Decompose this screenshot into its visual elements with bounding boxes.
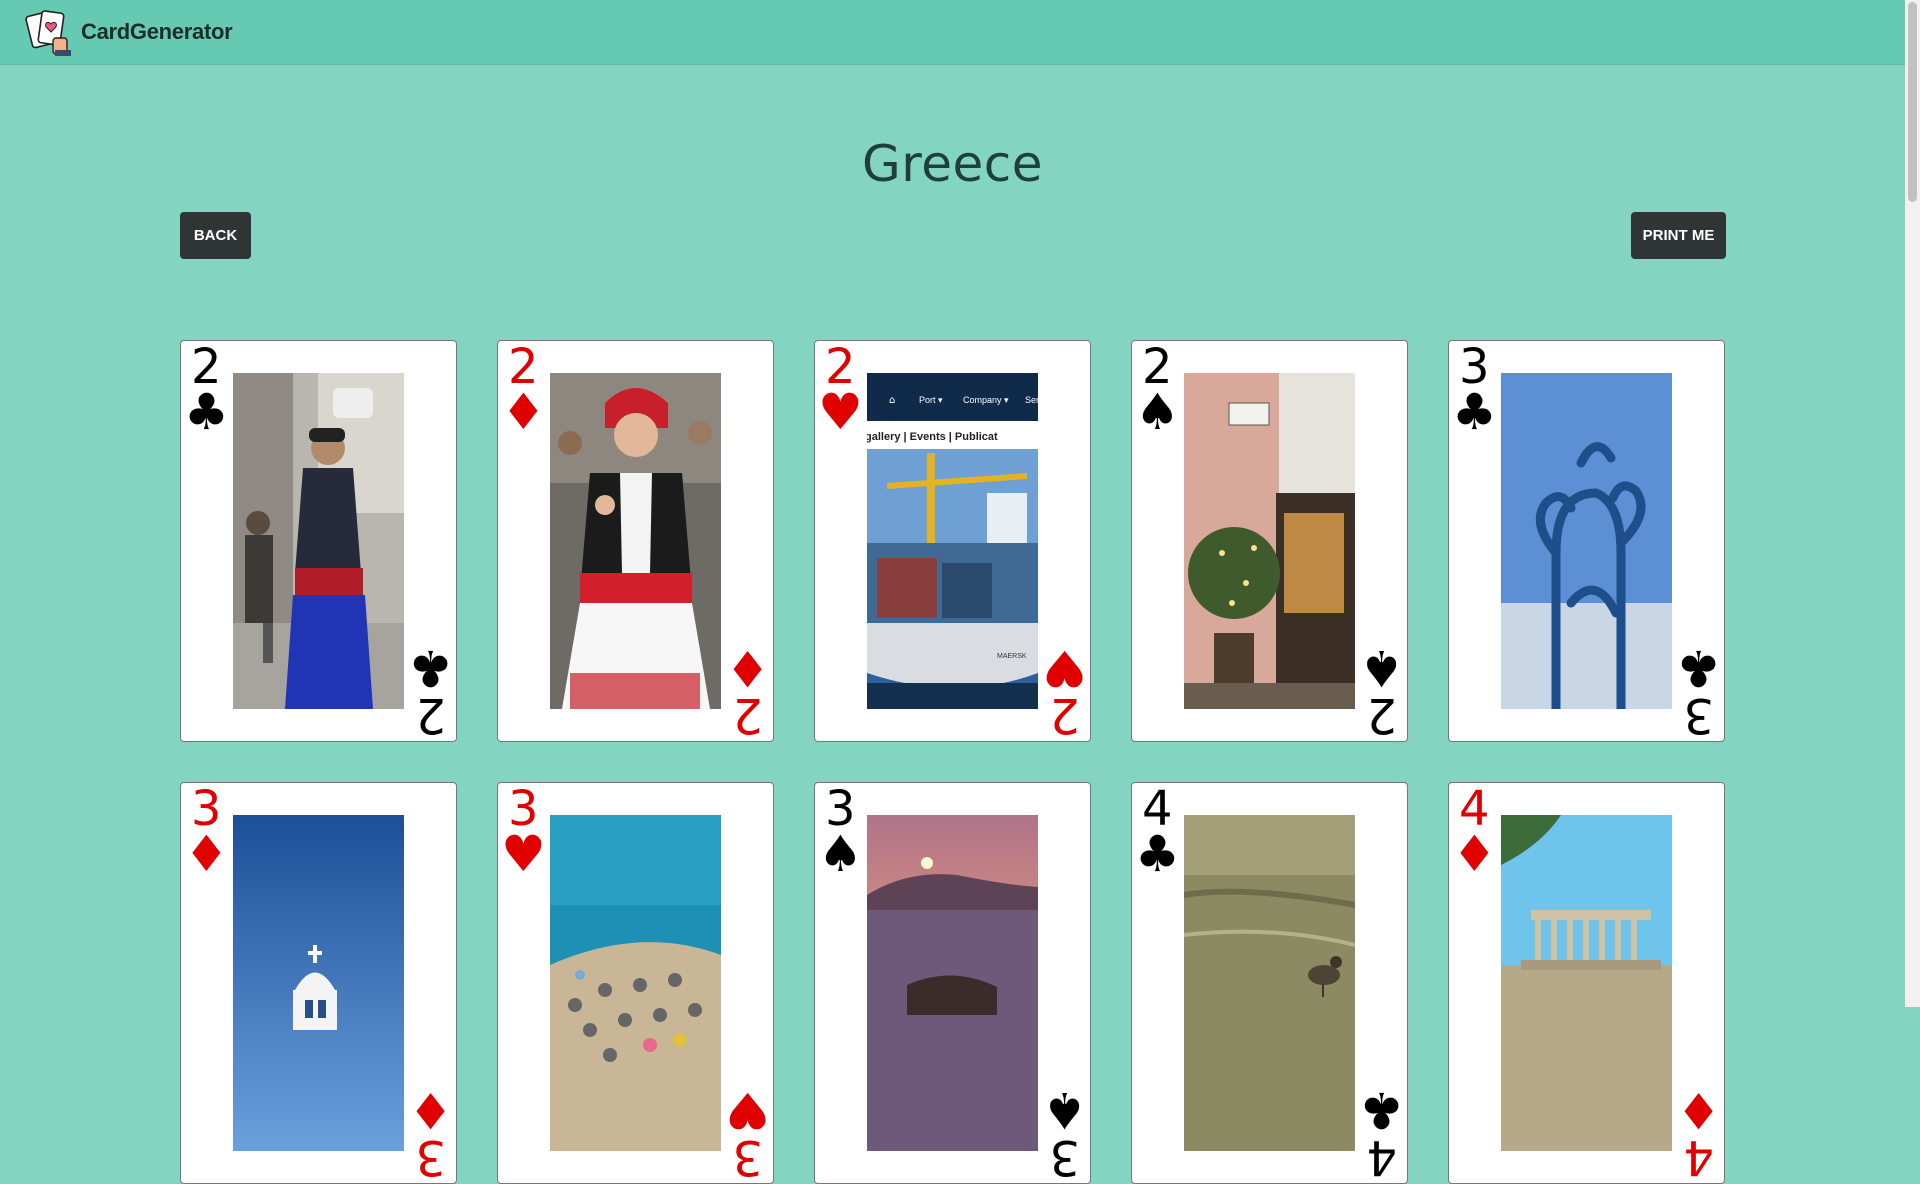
hearts-suit-icon: ♥: [1042, 639, 1087, 697]
card-photo: [550, 373, 721, 709]
spades-suit-icon: ♠: [1135, 383, 1180, 441]
hearts-suit-icon: ♥: [818, 383, 863, 441]
card-photo: [1184, 373, 1355, 709]
diamonds-suit-icon: ♦: [184, 825, 229, 883]
card-rank-inverted: 3: [415, 1129, 446, 1184]
card-photo: [1501, 373, 1672, 709]
playing-card[interactable]: 2 ♥ ⌂ Port ▾ Company ▾ Ser gallery | Eve…: [814, 340, 1091, 742]
spades-suit-icon: ♠: [818, 825, 863, 883]
clubs-suit-icon: ♣: [184, 383, 229, 441]
playing-card[interactable]: 4 ♣ 4 ♣: [1131, 782, 1408, 1184]
card-photo: [1501, 815, 1672, 1151]
card-corner-bottom: 3 ♥: [720, 1081, 770, 1184]
card-photo: [550, 815, 721, 1151]
card-photo: [233, 815, 404, 1151]
card-rank-inverted: 4: [1683, 1129, 1714, 1184]
clubs-suit-icon: ♣: [1135, 825, 1180, 883]
card-rank-inverted: 3: [1049, 1129, 1080, 1184]
card-rank-inverted: 4: [1366, 1129, 1397, 1184]
playing-card[interactable]: 3 ♣ 3 ♣: [1448, 340, 1725, 742]
card-photo: [1184, 815, 1355, 1151]
page-title: Greece: [862, 135, 1043, 193]
card-rank-inverted: 2: [732, 687, 763, 742]
website-menu-services: Ser: [1025, 395, 1038, 405]
back-button[interactable]: BACK: [180, 212, 251, 259]
card-corner-bottom: 4 ♣: [1354, 1081, 1404, 1184]
print-button[interactable]: PRINT ME: [1631, 212, 1726, 259]
playing-card[interactable]: 3 ♦ 3 ♦: [180, 782, 457, 1184]
clubs-suit-icon: ♣: [1452, 383, 1497, 441]
playing-card[interactable]: 4 ♦ 4 ♦: [1448, 782, 1725, 1184]
card-rank-inverted: 2: [415, 687, 446, 742]
card-photo: ⌂ Port ▾ Company ▾ Ser gallery | Events …: [867, 373, 1038, 709]
card-rank-inverted: 2: [1366, 687, 1397, 742]
website-menu-port: Port ▾: [919, 395, 943, 405]
card-corner-bottom: 2 ♥: [1037, 639, 1087, 742]
diamonds-suit-icon: ♦: [1452, 825, 1497, 883]
website-menu-company: Company ▾: [963, 395, 1009, 405]
diamonds-suit-icon: ♦: [1676, 1081, 1721, 1139]
card-corner-bottom: 2 ♣: [403, 639, 453, 742]
diamonds-suit-icon: ♦: [408, 1081, 453, 1139]
card-rank-inverted: 3: [732, 1129, 763, 1184]
card-grid: 2 ♣ 2 ♣ 2 ♦ 2 ♦ 2 ♥ ⌂ Port ▾ Company ▾ S…: [180, 340, 1725, 1184]
website-subnav: gallery | Events | Publicat: [867, 431, 998, 443]
card-photo: [867, 815, 1038, 1151]
card-corner-bottom: 2 ♦: [720, 639, 770, 742]
playing-card[interactable]: 2 ♠ 2 ♠: [1131, 340, 1408, 742]
brand-link[interactable]: CardGenerator: [25, 8, 233, 56]
home-icon: ⌂: [889, 395, 895, 406]
clubs-suit-icon: ♣: [1676, 639, 1721, 697]
clubs-suit-icon: ♣: [1359, 1081, 1404, 1139]
card-corner-bottom: 3 ♣: [1671, 639, 1721, 742]
spades-suit-icon: ♠: [1042, 1081, 1087, 1139]
playing-card[interactable]: 2 ♦ 2 ♦: [497, 340, 774, 742]
playing-card[interactable]: 3 ♥ 3 ♥: [497, 782, 774, 1184]
playing-card[interactable]: 3 ♠ 3 ♠: [814, 782, 1091, 1184]
top-navbar: CardGenerator: [0, 0, 1905, 65]
page-scrollbar[interactable]: [1905, 0, 1920, 1007]
card-corner-bottom: 2 ♠: [1354, 639, 1404, 742]
card-rank-inverted: 3: [1683, 687, 1714, 742]
card-corner-bottom: 4 ♦: [1671, 1081, 1721, 1184]
ship-label: MAERSK: [997, 653, 1027, 660]
playing-cards-logo-icon: [25, 10, 71, 56]
diamonds-suit-icon: ♦: [501, 383, 546, 441]
spades-suit-icon: ♠: [1359, 639, 1404, 697]
hearts-suit-icon: ♥: [725, 1081, 770, 1139]
brand-name: CardGenerator: [81, 19, 233, 44]
playing-card[interactable]: 2 ♣ 2 ♣: [180, 340, 457, 742]
clubs-suit-icon: ♣: [408, 639, 453, 697]
card-corner-bottom: 3 ♠: [1037, 1081, 1087, 1184]
card-corner-bottom: 3 ♦: [403, 1081, 453, 1184]
card-photo: [233, 373, 404, 709]
scrollbar-thumb[interactable]: [1908, 2, 1917, 202]
diamonds-suit-icon: ♦: [725, 639, 770, 697]
hearts-suit-icon: ♥: [501, 825, 546, 883]
card-rank-inverted: 2: [1049, 687, 1080, 742]
